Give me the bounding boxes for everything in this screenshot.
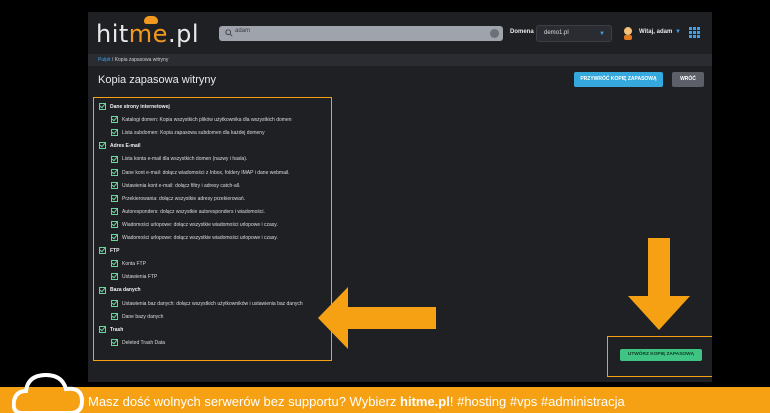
option-label: Baza danych bbox=[110, 287, 141, 294]
option-item[interactable]: Przekierowania: dołącz wszystkie adresy … bbox=[111, 194, 246, 205]
checkbox-icon[interactable] bbox=[111, 312, 118, 320]
option-label: Konta FTP bbox=[122, 261, 146, 268]
option-label: Trash bbox=[110, 326, 124, 333]
avatar-icon[interactable] bbox=[622, 26, 634, 40]
option-item[interactable]: Dane kont e-mail: dołącz wiadomości z In… bbox=[111, 168, 290, 179]
checkbox-icon[interactable] bbox=[99, 142, 106, 150]
promo-text-before: Masz dość wolnych serwerów bez supportu?… bbox=[88, 394, 401, 409]
option-group[interactable]: Adres E-mail bbox=[99, 142, 141, 152]
option-label: Ustawienia FTP bbox=[122, 274, 158, 281]
promo-banner-text: Masz dość wolnych serwerów bez supportu?… bbox=[88, 394, 625, 409]
user-menu[interactable]: Witaj, adam bbox=[639, 29, 672, 35]
search-icon bbox=[225, 29, 233, 37]
checkbox-icon[interactable] bbox=[111, 273, 118, 281]
option-label: Wiadomości urlopowe: dołącz wszystkie wi… bbox=[122, 221, 278, 228]
back-button[interactable]: WRÓĆ bbox=[672, 72, 704, 87]
checkbox-icon[interactable] bbox=[111, 116, 118, 124]
option-group[interactable]: FTP bbox=[99, 247, 119, 257]
checkbox-icon[interactable] bbox=[111, 155, 118, 163]
checkbox-icon[interactable] bbox=[111, 207, 118, 215]
checkbox-icon[interactable] bbox=[111, 234, 118, 242]
option-item[interactable]: Ustawienia FTP bbox=[111, 273, 157, 283]
logo[interactable]: hitme.pl bbox=[96, 16, 199, 48]
create-backup-button[interactable]: UTWÓRZ KOPIĘ ZAPASOWĄ bbox=[620, 349, 702, 361]
checkbox-icon[interactable] bbox=[111, 299, 118, 307]
option-item[interactable]: Autoresponders: dołącz wszystkie autores… bbox=[111, 207, 265, 218]
option-label: Dane kont e-mail: dołącz wiadomości z In… bbox=[122, 169, 290, 176]
option-label: Katalogi domen: Kopia wszystkich plików … bbox=[122, 117, 292, 124]
option-item[interactable]: Deleted Trash Data bbox=[111, 338, 166, 349]
promo-brand[interactable]: hitme.pl bbox=[400, 394, 450, 409]
logo-text-pl: .pl bbox=[167, 20, 199, 48]
option-item[interactable]: Ustawienia baz danych: dołącz wszystkich… bbox=[111, 299, 303, 310]
option-item[interactable]: Dane bazy danych bbox=[111, 312, 164, 323]
checkbox-icon[interactable] bbox=[111, 194, 118, 202]
promo-text-after: ! #hosting #vps #administracja bbox=[449, 394, 625, 409]
option-item[interactable]: Lista konta e-mail dla wszystkich domen … bbox=[111, 155, 247, 165]
option-item[interactable]: Wiadomości urlopowe: dołącz wszystkie wi… bbox=[111, 234, 278, 244]
checkbox-icon[interactable] bbox=[99, 103, 106, 111]
breadcrumb-home-link[interactable]: Pulpit bbox=[98, 57, 111, 63]
checkbox-icon[interactable] bbox=[99, 325, 106, 333]
restore-backup-button[interactable]: PRZYWRÓĆ KOPIĘ ZAPASOWĄ bbox=[574, 72, 663, 87]
option-label: Dane strony internetowej bbox=[110, 104, 170, 110]
user-chevron-down-icon[interactable]: ▼ bbox=[675, 29, 681, 35]
checkbox-icon[interactable] bbox=[111, 338, 118, 346]
checkbox-icon[interactable] bbox=[99, 247, 106, 255]
domain-select[interactable]: demo1.pl ▼ bbox=[536, 25, 612, 42]
option-label: FTP bbox=[110, 248, 120, 255]
option-label: Autoresponders: dołącz wszystkie autores… bbox=[122, 208, 265, 215]
checkbox-icon[interactable] bbox=[111, 260, 118, 268]
option-label: Deleted Trash Data bbox=[122, 339, 166, 346]
logo-cloud-icon bbox=[144, 16, 158, 24]
clear-icon[interactable] bbox=[490, 29, 499, 38]
arrow-left-icon bbox=[318, 287, 436, 349]
chevron-down-icon: ▼ bbox=[599, 31, 605, 37]
cloud-logo-icon bbox=[12, 372, 84, 413]
search-value: adam bbox=[235, 28, 251, 34]
apps-grid-icon[interactable] bbox=[689, 27, 700, 38]
option-label: Lista subdomen: Kopia zapasowa subdomen … bbox=[122, 130, 265, 137]
option-item[interactable]: Ustawienia kont e-mail: dołącz filtry i … bbox=[111, 181, 241, 192]
option-label: Lista konta e-mail dla wszystkich domen … bbox=[122, 156, 248, 163]
option-item[interactable]: Lista subdomen: Kopia zapasowa subdomen … bbox=[111, 129, 265, 139]
option-item[interactable]: Wiadomości urlopowe: dołącz wszystkie wi… bbox=[111, 221, 278, 231]
backup-options: Dane strony internetowej Katalogi domen: … bbox=[93, 97, 332, 361]
option-label: Przekierowania: dołącz wszystkie adresy … bbox=[122, 195, 246, 202]
option-label: Adres E-mail bbox=[110, 143, 141, 150]
checkbox-icon[interactable] bbox=[111, 129, 118, 137]
top-bar: hitme.pl adam Domena demo1.pl ▼ Witaj, a… bbox=[88, 12, 712, 52]
checkbox-icon[interactable] bbox=[111, 181, 118, 189]
option-label: Dane bazy danych bbox=[122, 313, 164, 320]
option-label: Wiadomości urlopowe: dołącz wszystkie wi… bbox=[122, 235, 278, 241]
option-item[interactable]: Konta FTP bbox=[111, 260, 146, 270]
logo-text-me: me bbox=[128, 20, 168, 48]
option-group[interactable]: Baza danych bbox=[99, 286, 141, 296]
checkbox-icon[interactable] bbox=[99, 286, 106, 294]
search-input[interactable]: adam bbox=[219, 26, 503, 41]
logo-text-hit: hit bbox=[96, 20, 129, 48]
arrow-down-icon bbox=[628, 238, 690, 330]
option-label: Ustawienia kont e-mail: dołącz filtry i … bbox=[122, 182, 241, 189]
stage: hitme.pl adam Domena demo1.pl ▼ Witaj, a… bbox=[0, 0, 770, 413]
option-group[interactable]: Trash bbox=[99, 325, 124, 336]
option-label: Ustawienia baz danych: dołącz wszystkich… bbox=[122, 300, 303, 307]
domain-label: Domena bbox=[510, 29, 534, 35]
checkbox-icon[interactable] bbox=[111, 168, 118, 176]
option-item[interactable]: Katalogi domen: Kopia wszystkich plików … bbox=[111, 116, 292, 126]
breadcrumb-current: Kopia zapasowa witryny bbox=[114, 57, 169, 63]
breadcrumb: Pulpit / Kopia zapasowa witryny bbox=[88, 54, 712, 66]
page-title: Kopia zapasowa witryny bbox=[98, 74, 217, 86]
checkbox-icon[interactable] bbox=[111, 221, 118, 229]
domain-value: demo1.pl bbox=[544, 30, 569, 36]
option-group[interactable]: Dane strony internetowej bbox=[99, 103, 170, 113]
